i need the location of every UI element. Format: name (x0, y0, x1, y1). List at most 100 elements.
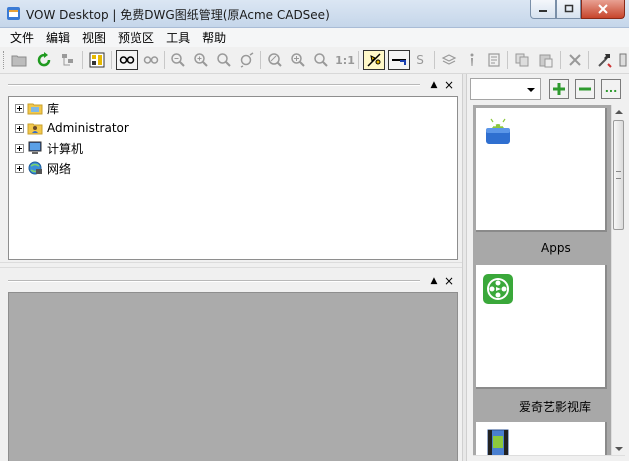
tree-expander[interactable] (15, 123, 24, 133)
zoom-out-icon (171, 53, 185, 67)
menu-view[interactable]: 视图 (76, 29, 112, 46)
chevron-down-icon (527, 88, 535, 92)
zoom-prev-button[interactable] (288, 50, 308, 70)
minimize-button[interactable] (530, 0, 556, 19)
properties-icon (488, 53, 500, 67)
zoom-realtime-icon (268, 53, 282, 67)
zoom-prev-icon (291, 53, 305, 67)
close-button[interactable] (581, 0, 625, 19)
plus-icon (553, 83, 565, 95)
location-combo[interactable] (470, 78, 541, 100)
menu-file[interactable]: 文件 (4, 29, 40, 46)
panel-header-rule (8, 84, 420, 86)
info-icon (470, 53, 474, 66)
actual-size-icon: 1:1 (335, 53, 355, 67)
layers-button[interactable] (439, 50, 459, 70)
refresh-button[interactable] (34, 50, 54, 70)
toolbar-separator (82, 51, 83, 69)
gallery-scrollbar[interactable] (611, 105, 625, 455)
zoom-realtime-button[interactable] (265, 50, 285, 70)
toolbar-overflow-button[interactable] (617, 50, 629, 70)
preview-panel-header: ▲ × (0, 274, 460, 288)
toolbar-separator (588, 51, 589, 69)
horizontal-scrollbar[interactable] (473, 455, 625, 461)
actual-size-button[interactable]: 1:1 (334, 50, 356, 70)
tree-expander[interactable] (15, 143, 24, 153)
title-bar: VOW Desktop | 免费DWG图纸管理(原Acme CADSee) (0, 0, 629, 28)
layout-button[interactable] (87, 50, 107, 70)
toolbar-separator (164, 51, 165, 69)
tree-panel-close-button[interactable]: × (443, 78, 455, 92)
folder-icon (11, 55, 27, 67)
tree-item-label: 计算机 (47, 141, 84, 156)
text-s-button[interactable]: S (410, 50, 430, 70)
gallery-item-apps[interactable] (476, 108, 607, 232)
add-button[interactable] (549, 79, 569, 99)
toolbar-grip[interactable] (3, 51, 6, 69)
zoom-out-button[interactable] (168, 50, 188, 70)
remove-button[interactable] (575, 79, 595, 99)
close-icon (598, 4, 608, 14)
view-mode-1-button[interactable] (116, 50, 138, 70)
horizontal-splitter[interactable] (0, 262, 462, 268)
delete-icon (569, 54, 581, 66)
zoom-next-button[interactable] (311, 50, 331, 70)
preview-area[interactable] (8, 292, 458, 461)
tree-panel-header: ▲ × (0, 78, 460, 92)
preview-panel-pin-button[interactable]: ▲ (428, 274, 440, 288)
toolbar-separator (507, 51, 508, 69)
layers-icon (441, 54, 457, 65)
more-icon: ... (604, 82, 618, 95)
measure-button[interactable] (388, 50, 410, 70)
more-button[interactable]: ... (601, 79, 621, 99)
preview-panel-close-button[interactable]: × (443, 274, 455, 288)
zoom-next-icon (314, 53, 328, 67)
scrollbar-thumb[interactable] (613, 120, 624, 230)
minus-icon (579, 87, 591, 91)
paste-icon (539, 54, 553, 68)
tree-expander[interactable] (15, 163, 24, 173)
toolbar-overflow-icon (619, 53, 627, 67)
view-mode-2-button[interactable] (140, 50, 162, 70)
pan-icon (367, 53, 381, 67)
tree-item-library[interactable]: 库 (15, 99, 59, 117)
refresh-icon (37, 52, 51, 67)
tree-item-label: 网络 (47, 161, 72, 176)
zoom-window-button[interactable] (214, 50, 234, 70)
tree-panel-pin-button[interactable]: ▲ (428, 78, 440, 92)
copy-button[interactable] (512, 50, 532, 70)
tree-item-network[interactable]: 网络 (15, 159, 71, 177)
gallery-item-iqiyi[interactable] (476, 265, 607, 389)
paste-button[interactable] (536, 50, 556, 70)
tree-expander[interactable] (15, 103, 24, 113)
restore-icon (564, 4, 573, 13)
folder-tree[interactable]: 库 Administrator 计算机 网络 (8, 96, 458, 260)
zoom-in-button[interactable] (191, 50, 211, 70)
tools-button[interactable] (594, 50, 614, 70)
video-file-icon (487, 429, 509, 457)
properties-button[interactable] (484, 50, 504, 70)
copy-icon (515, 53, 529, 67)
pan-button[interactable] (363, 50, 385, 70)
menu-preview[interactable]: 预览区 (112, 29, 160, 46)
library-folder-icon (27, 103, 43, 115)
info-button[interactable] (462, 50, 482, 70)
shortcut-gallery[interactable]: Apps 爱奇艺影视库 (473, 105, 611, 461)
zoom-extent-button[interactable] (237, 50, 257, 70)
toolbar-separator (434, 51, 435, 69)
scroll-up-arrow-icon[interactable] (615, 110, 623, 114)
toolbar-separator (560, 51, 561, 69)
folder-button[interactable] (9, 50, 29, 70)
tree-item-computer[interactable]: 计算机 (15, 139, 83, 157)
vertical-splitter[interactable] (462, 74, 467, 461)
menu-tools[interactable]: 工具 (160, 29, 196, 46)
layout-icon (89, 52, 105, 68)
menu-bar: 文件 编辑 视图 预览区 工具 帮助 (0, 28, 629, 47)
menu-edit[interactable]: 编辑 (40, 29, 76, 46)
delete-button[interactable] (565, 50, 585, 70)
tree-item-administrator[interactable]: Administrator (15, 119, 129, 137)
scroll-down-arrow-icon[interactable] (615, 447, 623, 451)
tree-button[interactable] (58, 50, 78, 70)
maximize-button[interactable] (556, 0, 581, 19)
menu-help[interactable]: 帮助 (196, 29, 232, 46)
